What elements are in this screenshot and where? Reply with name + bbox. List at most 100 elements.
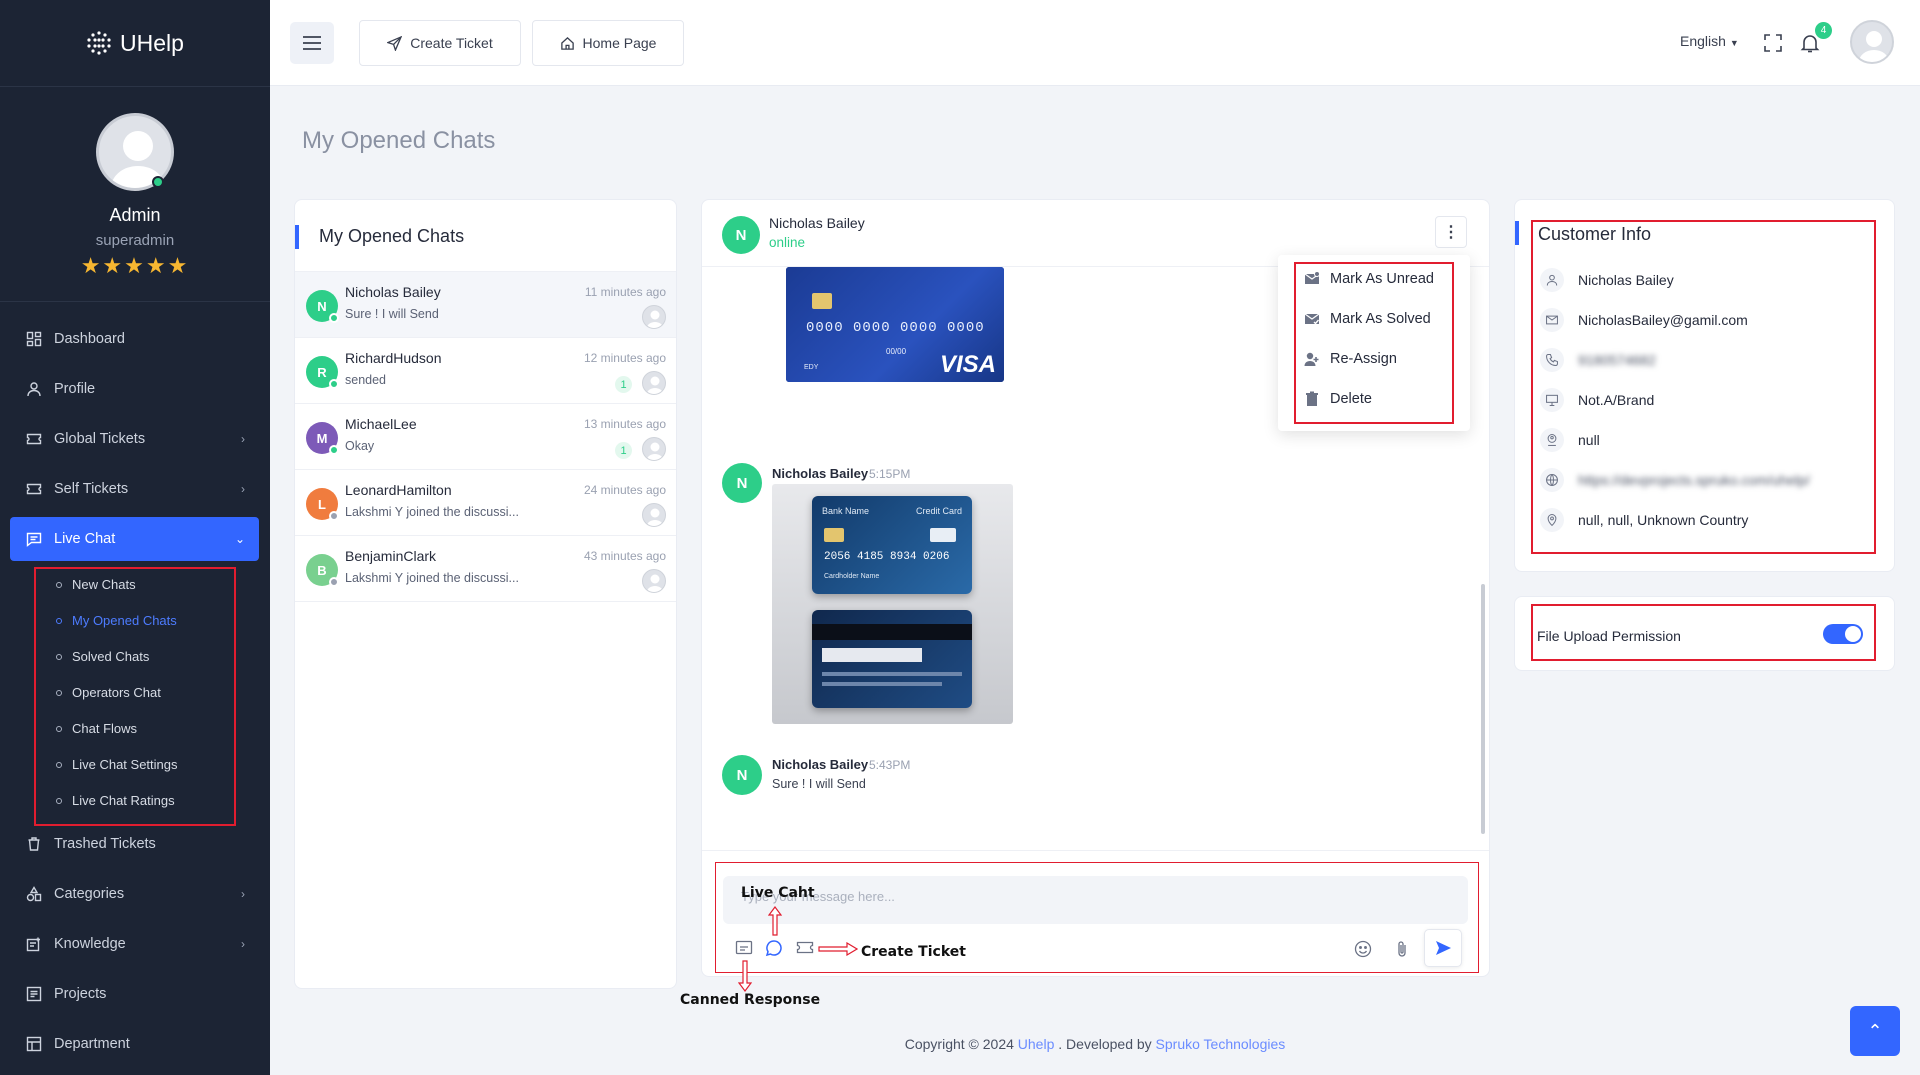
submenu-item-chat-flows[interactable]: Chat Flows: [56, 721, 137, 736]
sidebar-item-trashed-tickets[interactable]: Trashed Tickets: [10, 822, 259, 866]
language-selector[interactable]: English ▼: [1680, 33, 1739, 49]
chat-time: 43 minutes ago: [583, 549, 666, 563]
fullscreen-button[interactable]: [1762, 32, 1784, 54]
create-ticket-button[interactable]: Create Ticket: [359, 20, 521, 66]
annotation-create-ticket: Create Ticket: [861, 944, 966, 960]
submenu-item-operators-chat[interactable]: Operators Chat: [56, 685, 161, 700]
conversation-scrollbar[interactable]: [1481, 584, 1485, 834]
message-sender: Nicholas Bailey: [772, 757, 869, 772]
chat-avatar: B: [306, 554, 339, 587]
card-expiry: 00/00: [886, 347, 907, 356]
submenu-item-my-opened-chats[interactable]: My Opened Chats: [56, 613, 177, 628]
brand-logo[interactable]: UHelp: [0, 0, 270, 87]
menu-item-mark-as-solved[interactable]: Mark As Solved: [1304, 311, 1431, 327]
sidebar-item-global-tickets[interactable]: Global Tickets ›: [10, 417, 259, 461]
chat-time: 11 minutes ago: [584, 285, 666, 299]
chat-list-item[interactable]: N Nicholas Bailey Sure ! I will Send 11 min…: [295, 272, 676, 338]
back-to-top-button[interactable]: ⌃: [1850, 1006, 1900, 1056]
contact-avatar: N: [722, 216, 760, 254]
user-icon: [1540, 268, 1564, 292]
submenu-item-live-chat-settings[interactable]: Live Chat Settings: [56, 757, 178, 772]
customer-info-value: NicholasBailey@gamil.com: [1578, 312, 1748, 328]
agent-avatar: [642, 437, 666, 461]
send-icon: [387, 35, 403, 51]
submenu-item-live-chat-ratings[interactable]: Live Chat Ratings: [56, 793, 175, 808]
sidebar-item-dashboard[interactable]: Dashboard: [10, 317, 259, 361]
more-options-button[interactable]: ⋮: [1435, 216, 1467, 248]
sidebar-item-categories[interactable]: Categories ›: [10, 872, 259, 916]
logo-icon: [87, 31, 111, 55]
chat-list-item[interactable]: L LeonardHamilton Lakshmi Y joined the dis…: [295, 470, 676, 536]
submenu-item-label: My Opened Chats: [72, 613, 177, 628]
sidebar-item-label: Self Tickets: [54, 481, 129, 497]
menu-item-mark-as-unread[interactable]: Mark As Unread: [1304, 271, 1434, 287]
trash-icon: [26, 836, 42, 852]
submenu-item-solved-chats[interactable]: Solved Chats: [56, 649, 149, 664]
chat-time: 13 minutes ago: [583, 417, 666, 431]
user-role: superadmin: [95, 232, 175, 249]
customer-info-value: null: [1578, 432, 1600, 448]
ticket-icon: [26, 481, 42, 497]
sidebar-item-projects[interactable]: Projects: [10, 972, 259, 1016]
attachment-image-visa-card[interactable]: 0000 0000 0000 0000 00/00 EDY VISA: [786, 267, 1004, 382]
mail-icon: [1540, 308, 1564, 332]
chat-contact-name: MichaelLee: [345, 416, 417, 432]
message-avatar: N: [722, 463, 762, 503]
footer-company-link[interactable]: Spruko Technologies: [1156, 1036, 1286, 1052]
bullet-icon: [56, 725, 62, 732]
chat-avatar-initial: B: [317, 562, 327, 578]
menu-item-label: Delete: [1330, 391, 1372, 407]
sidebar-item-label: Knowledge: [54, 936, 126, 952]
sidebar-item-label: Categories: [54, 886, 125, 902]
home-page-label: Home Page: [582, 35, 657, 51]
chat-list-item[interactable]: R RichardHudson sended 12 minutes ago 1: [295, 338, 676, 404]
home-page-button[interactable]: Home Page: [532, 20, 684, 66]
sidebar-item-live-chat[interactable]: Live Chat ⌄: [10, 517, 259, 561]
sidebar-item-self-tickets[interactable]: Self Tickets ›: [10, 467, 259, 511]
chat-last-message: Lakshmi Y joined the discussi...: [345, 571, 519, 585]
attachment-image-credit-card[interactable]: Bank Name Credit Card 2056 4185 8934 020…: [772, 484, 1013, 724]
bullet-icon: [56, 797, 62, 804]
card-front: Bank Name Credit Card 2056 4185 8934 020…: [812, 496, 972, 594]
footer-copyright: Copyright © 2024: [904, 1036, 1018, 1052]
knowledge-icon: [26, 936, 42, 952]
menu-item-label: Mark As Unread: [1330, 271, 1434, 287]
online-status-dot: [152, 176, 164, 188]
chat-list-item[interactable]: M MichaelLee Okay 13 minutes ago 1: [295, 404, 676, 470]
map-pin-icon: [1540, 508, 1564, 532]
globe-icon: [1540, 468, 1564, 492]
monitor-icon: [1540, 388, 1564, 412]
footer-app-link[interactable]: Uhelp: [1018, 1036, 1055, 1052]
chat-avatar: L: [306, 488, 339, 521]
chevron-right-icon: ›: [241, 937, 245, 951]
chat-list-item[interactable]: B BenjaminClark Lakshmi Y joined the discu…: [295, 536, 676, 602]
top-header: Create Ticket Home Page English ▼ 4: [270, 0, 1920, 86]
contact-name: Nicholas Bailey: [769, 215, 865, 231]
customer-info-value: 9180574682: [1578, 352, 1656, 368]
card-number: 2056 4185 8934 0206: [824, 551, 950, 563]
customer-info-row: Not.A/Brand: [1540, 388, 1654, 412]
menu-toggle-button[interactable]: [290, 22, 334, 64]
customer-info-row: 9180574682: [1540, 348, 1656, 372]
chat-contact-name: RichardHudson: [345, 350, 442, 366]
caret-down-icon: ▼: [1729, 38, 1739, 48]
sidebar-item-profile[interactable]: Profile: [10, 367, 259, 411]
footer: Copyright © 2024 Uhelp . Developed by Sp…: [0, 1036, 1920, 1052]
menu-item-delete[interactable]: Delete: [1304, 391, 1372, 407]
file-upload-toggle[interactable]: [1823, 624, 1863, 644]
bullet-icon: [56, 617, 62, 624]
message-time: 5:43PM: [869, 758, 911, 772]
agent-avatar: [642, 503, 666, 527]
chevron-right-icon: ›: [241, 482, 245, 496]
contact-status: online: [769, 235, 806, 250]
submenu-item-new-chats[interactable]: New Chats: [56, 577, 136, 592]
user-name: Admin: [109, 205, 161, 225]
menu-item-re-assign[interactable]: Re-Assign: [1304, 351, 1397, 367]
sidebar-item-knowledge[interactable]: Knowledge ›: [10, 922, 259, 966]
customer-info-value: Not.A/Brand: [1578, 392, 1655, 408]
chip-icon: [824, 528, 844, 542]
user-avatar-menu[interactable]: [1850, 20, 1894, 64]
categories-icon: [26, 886, 42, 902]
chat-list-header: My Opened Chats: [295, 200, 676, 272]
submenu-item-label: New Chats: [72, 577, 136, 592]
